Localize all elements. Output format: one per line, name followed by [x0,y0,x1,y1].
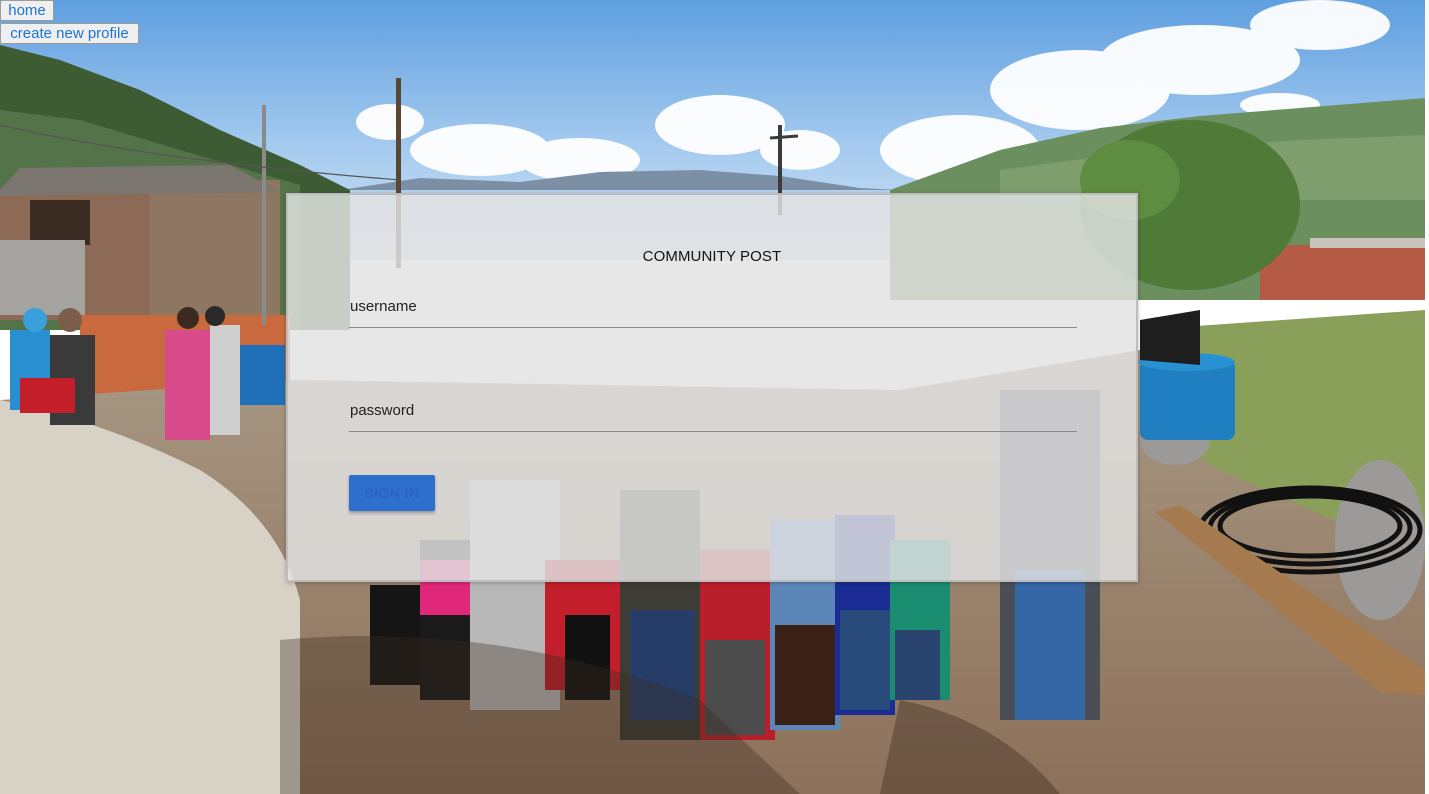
page-edge [1425,0,1429,794]
page: home create new profile COMMUNITY POST u… [0,0,1429,794]
password-input[interactable] [349,401,1077,431]
password-field[interactable]: password [349,401,1077,432]
home-button[interactable]: home [0,0,54,21]
sign-in-button[interactable]: SIGN IN [349,475,435,511]
username-input[interactable] [349,297,1077,327]
top-navigation: home create new profile [0,0,139,44]
page-title: COMMUNITY POST [642,248,782,265]
login-panel: COMMUNITY POST username password SIGN IN [286,193,1138,582]
create-new-profile-button[interactable]: create new profile [0,23,139,44]
username-field[interactable]: username [349,297,1077,328]
